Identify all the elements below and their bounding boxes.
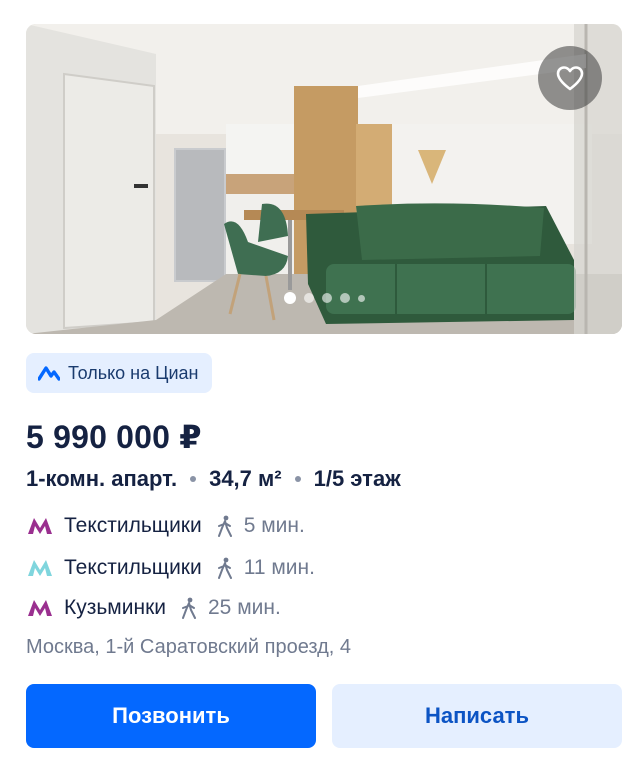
badge-label: Только на Циан bbox=[68, 362, 199, 383]
walk-time: 5 мин. bbox=[243, 514, 305, 537]
walking-icon bbox=[182, 597, 196, 619]
write-button[interactable]: Написать bbox=[332, 684, 622, 748]
listing-params: 1-комн. апарт. 34,7 м² 1/5 этаж bbox=[26, 466, 401, 492]
write-button-label: Написать bbox=[425, 703, 529, 728]
walking-icon bbox=[217, 515, 232, 537]
metro-item: Кузьминки 25 мин. bbox=[26, 596, 281, 620]
walk-time: 11 мин. bbox=[243, 556, 315, 579]
separator-dot bbox=[190, 476, 197, 482]
favorite-button[interactable] bbox=[538, 46, 602, 110]
listing-photo[interactable] bbox=[26, 24, 622, 334]
gallery-dot[interactable] bbox=[357, 294, 365, 302]
call-button[interactable]: Позвонить bbox=[26, 684, 316, 748]
floor: 1/5 этаж bbox=[313, 466, 401, 491]
metro-item: Текстильщики 11 мин. bbox=[26, 556, 315, 580]
room-type: 1-комн. апарт. bbox=[26, 466, 178, 491]
area: 34,7 м² bbox=[209, 466, 282, 491]
walk-time: 25 мин. bbox=[208, 596, 281, 619]
gallery-dot[interactable] bbox=[321, 293, 332, 303]
metro-station: Текстильщики bbox=[64, 556, 202, 579]
metro-icon bbox=[28, 518, 52, 534]
metro-station: Кузьминки bbox=[64, 596, 166, 619]
walking-icon bbox=[217, 557, 232, 579]
gallery-dot[interactable] bbox=[283, 292, 296, 304]
gallery-dot[interactable] bbox=[339, 293, 350, 303]
call-button-label: Позвонить bbox=[112, 703, 230, 728]
only-on-cian-badge: Только на Циан bbox=[26, 353, 213, 393]
apartment-interior-image bbox=[26, 24, 622, 334]
metro-icon bbox=[28, 560, 52, 576]
listing-price: 5 990 000 ₽ bbox=[26, 419, 202, 455]
metro-icon bbox=[28, 600, 52, 616]
gallery-pagination bbox=[26, 292, 622, 304]
metro-station: Текстильщики bbox=[64, 514, 202, 537]
cian-logo-icon bbox=[38, 366, 60, 381]
listing-address: Москва, 1-й Саратовский проезд, 4 bbox=[26, 636, 352, 658]
heart-icon bbox=[556, 66, 584, 91]
metro-item: Текстильщики 5 мин. bbox=[26, 514, 305, 538]
separator-dot bbox=[294, 476, 301, 482]
gallery-dot[interactable] bbox=[303, 293, 314, 303]
